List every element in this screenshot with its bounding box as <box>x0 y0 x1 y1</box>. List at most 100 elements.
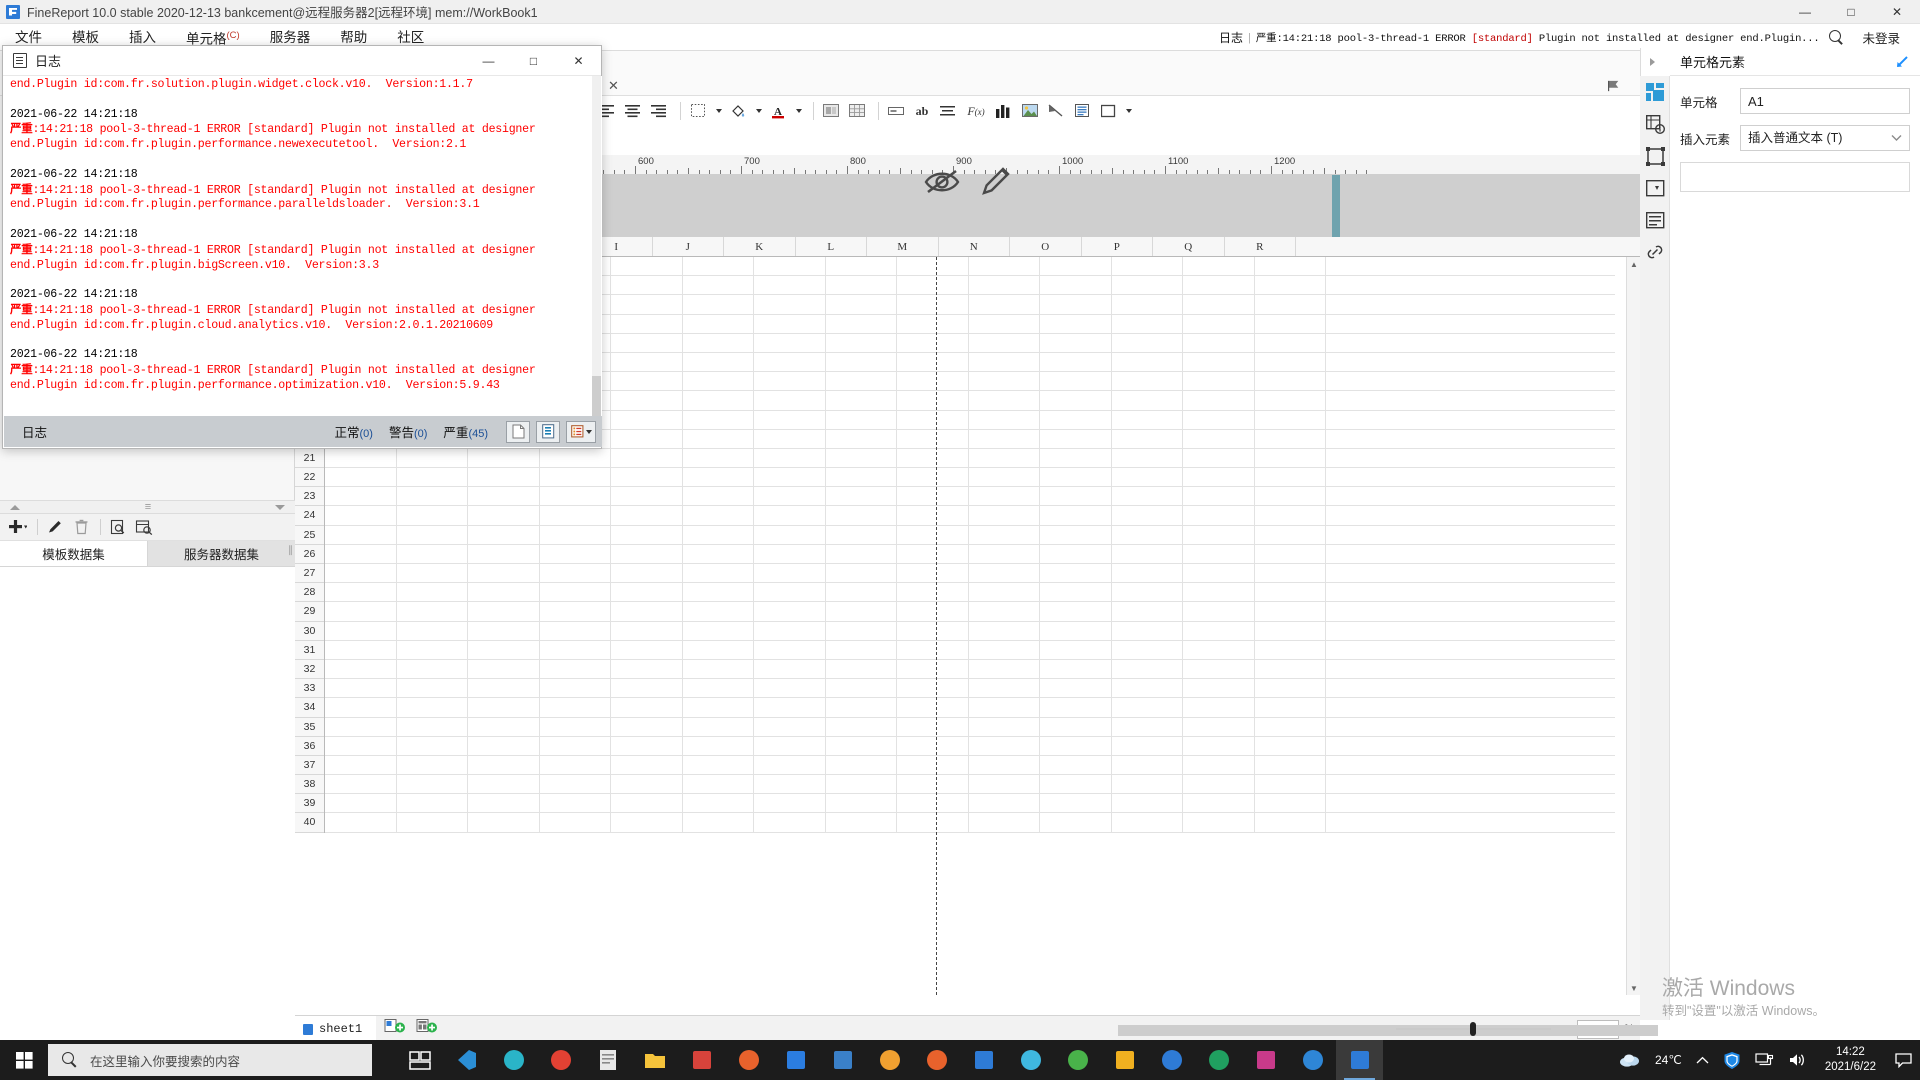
row-header-34[interactable]: 34 <box>295 698 324 718</box>
cell-J21[interactable] <box>683 448 754 468</box>
cell-E34[interactable] <box>325 698 397 717</box>
cell-Q38[interactable] <box>1183 775 1255 794</box>
row-header-37[interactable]: 37 <box>295 756 324 776</box>
cell-O34[interactable] <box>1040 698 1112 717</box>
cell-J33[interactable] <box>683 679 754 698</box>
log-dialog[interactable]: 日志 — □ ✕ end.Plugin id:com.fr.solution.p… <box>2 45 602 449</box>
cell-N37[interactable] <box>969 755 1040 775</box>
cell-O11[interactable] <box>1040 257 1112 276</box>
cell-L14[interactable] <box>826 314 897 333</box>
cell-N36[interactable] <box>969 736 1040 755</box>
cell-F28[interactable] <box>397 583 468 602</box>
query-icon[interactable] <box>132 516 156 538</box>
cell-L15[interactable] <box>826 333 897 352</box>
edit-pencil-icon[interactable] <box>43 516 67 538</box>
fill-color-dropdown-caret-icon[interactable] <box>753 100 763 122</box>
cell-K29[interactable] <box>754 602 826 621</box>
cell-O38[interactable] <box>1040 775 1112 794</box>
left-panel-splitter[interactable]: ≡ <box>0 500 295 514</box>
cell-M24[interactable] <box>897 506 969 525</box>
row-header-25[interactable]: 25 <box>295 526 324 545</box>
row-header-33[interactable]: 33 <box>295 679 324 699</box>
cell-H25[interactable] <box>540 525 611 544</box>
cell-M19[interactable] <box>897 410 969 429</box>
cell-Q35[interactable] <box>1183 717 1255 736</box>
cell-L30[interactable] <box>826 621 897 640</box>
cell-J37[interactable] <box>683 755 754 775</box>
cell-J39[interactable] <box>683 794 754 813</box>
cell-O16[interactable] <box>1040 352 1112 372</box>
horizontal-scroll-area[interactable] <box>448 1023 1659 1036</box>
cell-F40[interactable] <box>397 813 468 832</box>
cell-P40[interactable] <box>1112 813 1183 832</box>
cell-R12[interactable] <box>1255 276 1326 295</box>
cell-J28[interactable] <box>683 583 754 602</box>
cell-P31[interactable] <box>1112 640 1183 659</box>
cell-Q13[interactable] <box>1183 295 1255 314</box>
cell-N18[interactable] <box>969 391 1040 410</box>
cell-N21[interactable] <box>969 448 1040 468</box>
cell-N32[interactable] <box>969 659 1040 679</box>
security-shield-icon[interactable] <box>1716 1040 1748 1080</box>
cell-H27[interactable] <box>540 564 611 583</box>
pc-manager-icon[interactable] <box>819 1040 866 1080</box>
cell-Q14[interactable] <box>1183 314 1255 333</box>
cell-N13[interactable] <box>969 295 1040 314</box>
cell-K11[interactable] <box>754 257 826 276</box>
cell-P14[interactable] <box>1112 314 1183 333</box>
cell-Q27[interactable] <box>1183 564 1255 583</box>
column-header-l[interactable]: L <box>796 237 867 256</box>
cell-P22[interactable] <box>1112 468 1183 487</box>
cell-O36[interactable] <box>1040 736 1112 755</box>
cell-J16[interactable] <box>683 352 754 372</box>
feishu-icon[interactable] <box>1148 1040 1195 1080</box>
cell-R18[interactable] <box>1255 391 1326 410</box>
cell-R31[interactable] <box>1255 640 1326 659</box>
clear-log-icon[interactable] <box>506 420 530 443</box>
cell-K25[interactable] <box>754 525 826 544</box>
cell-Q26[interactable] <box>1183 544 1255 563</box>
cell-M25[interactable] <box>897 525 969 544</box>
cell-H38[interactable] <box>540 775 611 794</box>
cell-Q36[interactable] <box>1183 736 1255 755</box>
cell-E22[interactable] <box>325 468 397 487</box>
cell-K17[interactable] <box>754 372 826 391</box>
cell-M38[interactable] <box>897 775 969 794</box>
zoom-slider-thumb[interactable] <box>1470 1022 1477 1036</box>
sheet-tab-sheet1[interactable]: sheet1 <box>295 1015 377 1043</box>
onedrive-icon[interactable] <box>1289 1040 1336 1080</box>
cell-R16[interactable] <box>1255 352 1326 372</box>
tim-icon[interactable] <box>1007 1040 1054 1080</box>
finebi-icon[interactable] <box>1195 1040 1242 1080</box>
cell-H21[interactable] <box>540 448 611 468</box>
cell-J24[interactable] <box>683 506 754 525</box>
cell-Q34[interactable] <box>1183 698 1255 717</box>
cell-J11[interactable] <box>683 257 754 276</box>
cell-element-icon[interactable] <box>1640 108 1670 140</box>
vscode-icon[interactable] <box>443 1040 490 1080</box>
cell-G39[interactable] <box>468 794 540 813</box>
cell-K37[interactable] <box>754 755 826 775</box>
cell-L12[interactable] <box>826 276 897 295</box>
cell-P29[interactable] <box>1112 602 1183 621</box>
cell-P34[interactable] <box>1112 698 1183 717</box>
notification-icon[interactable] <box>1886 1040 1920 1080</box>
cell-H36[interactable] <box>540 736 611 755</box>
row-header-24[interactable]: 24 <box>295 506 324 526</box>
cell-J14[interactable] <box>683 314 754 333</box>
cell-L40[interactable] <box>826 813 897 832</box>
cell-O30[interactable] <box>1040 621 1112 640</box>
cell-K15[interactable] <box>754 333 826 352</box>
cell-P17[interactable] <box>1112 372 1183 391</box>
cell-J40[interactable] <box>683 813 754 832</box>
cell-I17[interactable] <box>611 372 683 391</box>
column-header-q[interactable]: Q <box>1153 237 1225 256</box>
cell-R13[interactable] <box>1255 295 1326 314</box>
cell-L33[interactable] <box>826 679 897 698</box>
cell-P38[interactable] <box>1112 775 1183 794</box>
cell-L17[interactable] <box>826 372 897 391</box>
cell-N24[interactable] <box>969 506 1040 525</box>
row-header-22[interactable]: 22 <box>295 468 324 488</box>
cell-J34[interactable] <box>683 698 754 717</box>
image-icon[interactable] <box>1019 100 1041 122</box>
